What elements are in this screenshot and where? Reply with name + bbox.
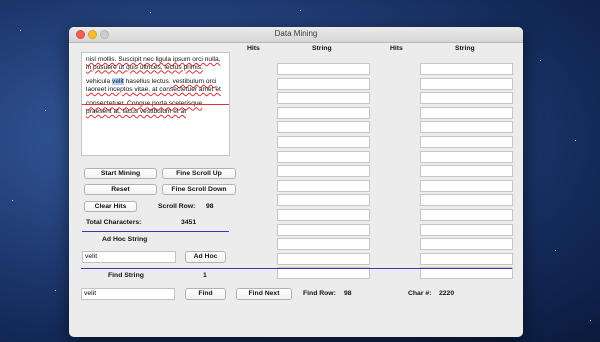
ad-hoc-string-label: Ad Hoc String — [102, 236, 148, 243]
col1-hits-header: Hits — [247, 45, 260, 52]
result-string-cell-col1[interactable] — [277, 194, 370, 207]
result-string-cell-col1[interactable] — [277, 150, 370, 163]
result-string-cell-col1[interactable] — [277, 238, 370, 251]
bottom-divider — [81, 268, 512, 269]
scroll-row-label: Scroll Row: — [158, 203, 196, 210]
total-characters-label: Total Characters: — [86, 219, 142, 226]
clear-hits-button[interactable]: Clear Hits — [84, 201, 137, 212]
find-string-input[interactable]: velit — [81, 288, 175, 300]
window-title: Data Mining — [274, 29, 318, 38]
text-paragraph: nisl mollis. Suscipit nec ligula ipsum o… — [86, 56, 225, 71]
result-string-cell-col2[interactable] — [420, 106, 513, 119]
find-string-label: Find String — [108, 272, 144, 279]
result-string-cell-col1[interactable] — [277, 179, 370, 192]
ad-hoc-string-input[interactable]: velit — [82, 251, 176, 263]
result-string-cell-col2[interactable] — [420, 179, 513, 192]
scroll-row-value: 98 — [206, 203, 214, 210]
result-string-cell-col1[interactable] — [277, 165, 370, 178]
result-string-cell-col2[interactable] — [420, 238, 513, 251]
result-string-cell-col1[interactable] — [277, 77, 370, 90]
result-string-cell-col2[interactable] — [420, 121, 513, 134]
find-next-button[interactable]: Find Next — [236, 288, 292, 300]
result-string-cell-col2[interactable] — [420, 150, 513, 163]
total-characters-value: 3451 — [181, 219, 197, 226]
col2-hits-header: Hits — [390, 45, 403, 52]
current-line-marker — [82, 104, 229, 105]
result-string-cell-col1[interactable] — [277, 92, 370, 105]
selected-text: velit — [112, 78, 124, 86]
result-string-cell-col2[interactable] — [420, 136, 513, 148]
col2-string-header: String — [455, 45, 475, 52]
result-string-cell-col1[interactable] — [277, 223, 370, 236]
find-string-count: 1 — [203, 272, 207, 279]
result-string-cell-col1[interactable] — [277, 106, 370, 119]
result-string-cell-col1[interactable] — [277, 252, 370, 265]
text-segment: hasellus lectus. — [123, 78, 171, 86]
result-string-cell-col1[interactable] — [277, 121, 370, 134]
data-mining-window: Data Mining nisl mollis. Suscipit nec li… — [69, 27, 523, 337]
result-string-cell-col2[interactable] — [420, 165, 513, 178]
text-segment: consectetuer. Congue porta scelerisque p… — [86, 100, 202, 115]
text-paragraph: vehicula velit hasellus lectus. vestibul… — [86, 78, 225, 93]
text-segment: nisl mollis. Suscipit nec ligula ipsum o… — [86, 56, 221, 71]
fine-scroll-down-button[interactable]: Fine Scroll Down — [162, 184, 236, 195]
result-string-cell-col2[interactable] — [420, 63, 513, 75]
result-string-cell-col1[interactable] — [277, 63, 370, 75]
text-segment: vehicula — [86, 78, 113, 86]
result-string-cell-col2[interactable] — [420, 252, 513, 265]
left-divider — [82, 231, 229, 232]
result-string-cell-col1[interactable] — [277, 267, 370, 280]
start-mining-button[interactable]: Start Mining — [84, 168, 157, 179]
find-row-value: 98 — [344, 290, 352, 297]
result-string-cell-col2[interactable] — [420, 194, 513, 207]
char-number-label: Char #: — [408, 290, 432, 297]
title-bar: Data Mining — [69, 27, 523, 43]
find-button[interactable]: Find — [185, 288, 226, 300]
result-string-cell-col1[interactable] — [277, 209, 370, 221]
result-string-cell-col2[interactable] — [420, 209, 513, 221]
text-paragraph: consectetuer. Congue porta scelerisque p… — [86, 100, 225, 115]
fine-scroll-up-button[interactable]: Fine Scroll Up — [162, 168, 236, 179]
find-row-label: Find Row: — [303, 290, 336, 297]
col1-string-header: String — [312, 45, 332, 52]
result-string-cell-col2[interactable] — [420, 77, 513, 90]
result-string-cell-col1[interactable] — [277, 136, 370, 148]
result-string-cell-col2[interactable] — [420, 267, 513, 280]
document-text-area[interactable]: nisl mollis. Suscipit nec ligula ipsum o… — [81, 52, 230, 156]
ad-hoc-button[interactable]: Ad Hoc — [185, 251, 226, 263]
result-string-cell-col2[interactable] — [420, 223, 513, 236]
result-string-cell-col2[interactable] — [420, 92, 513, 105]
reset-button[interactable]: Reset — [84, 184, 157, 195]
char-number-value: 2220 — [439, 290, 455, 297]
